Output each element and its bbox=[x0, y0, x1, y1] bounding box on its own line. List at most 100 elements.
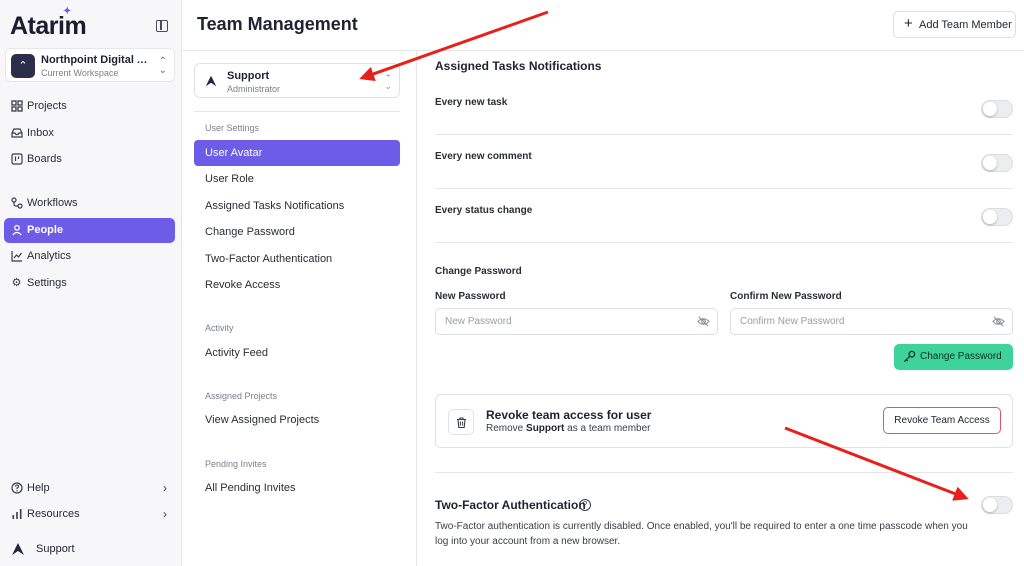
chevron-updown-icon: ⌃ ⌄ bbox=[384, 73, 392, 91]
divider bbox=[194, 111, 400, 112]
nav-item-resources[interactable]: Resources › bbox=[4, 502, 175, 527]
nav-item-help[interactable]: Help › bbox=[4, 476, 175, 501]
toggle-new-comment[interactable] bbox=[981, 154, 1013, 172]
page-title: Team Management bbox=[197, 14, 358, 34]
toggle-new-task[interactable] bbox=[981, 100, 1013, 118]
nav-label: Analytics bbox=[27, 250, 72, 262]
nav-label: Boards bbox=[27, 153, 62, 165]
group-heading-pending-invites: Pending Invites bbox=[205, 459, 267, 469]
chevron-right-icon: › bbox=[163, 481, 167, 495]
nav-item-people[interactable]: People bbox=[4, 218, 175, 243]
notification-label: Every new comment bbox=[435, 151, 532, 162]
nav-item-analytics[interactable]: Analytics bbox=[4, 244, 175, 269]
settings-item-all-pending-invites[interactable]: All Pending Invites bbox=[194, 475, 400, 501]
nav-label: Help bbox=[27, 482, 50, 494]
settings-item-revoke-access[interactable]: Revoke Access bbox=[194, 272, 400, 298]
key-icon bbox=[903, 350, 916, 363]
bars-icon bbox=[10, 508, 23, 521]
atarim-mark-icon bbox=[205, 75, 217, 87]
settings-item-activity-feed[interactable]: Activity Feed bbox=[194, 340, 400, 366]
settings-item-change-password[interactable]: Change Password bbox=[194, 219, 400, 245]
toggle-status-change[interactable] bbox=[981, 208, 1013, 226]
nav-item-inbox[interactable]: Inbox bbox=[4, 121, 175, 146]
workspace-switcher[interactable]: ⌃ Northpoint Digital Agency Current Work… bbox=[5, 48, 175, 82]
revoke-team-access-button[interactable]: Revoke Team Access bbox=[883, 407, 1001, 434]
settings-item-two-factor[interactable]: Two-Factor Authentication bbox=[194, 246, 400, 272]
revoke-description: Remove Support as a team member bbox=[486, 423, 651, 434]
settings-item-notifications[interactable]: Assigned Tasks Notifications bbox=[194, 193, 400, 219]
eye-off-icon[interactable] bbox=[697, 315, 710, 328]
notification-label: Every status change bbox=[435, 205, 533, 216]
settings-item-label: Change Password bbox=[205, 226, 295, 238]
sidebar: Atarim ✦ ⌃ Northpoint Digital Agency Cur… bbox=[0, 0, 182, 566]
settings-item-label: Revoke Access bbox=[205, 279, 281, 291]
revoke-desc-suffix: as a team member bbox=[567, 423, 651, 434]
nav-label: Resources bbox=[27, 508, 80, 520]
nav-item-settings[interactable]: ⚙ Settings bbox=[4, 271, 175, 296]
help-icon bbox=[10, 482, 23, 495]
atarim-mark-icon bbox=[12, 543, 24, 555]
toggle-knob bbox=[983, 156, 997, 170]
notification-label: Every new task bbox=[435, 97, 508, 108]
nav-label: Settings bbox=[27, 277, 67, 289]
user-settings-nav: Support Administrator ⌃ ⌄ User Settings U… bbox=[182, 51, 417, 566]
notification-row-new-comment: Every new comment bbox=[435, 135, 1013, 189]
settings-item-user-avatar[interactable]: User Avatar bbox=[194, 140, 400, 166]
add-team-member-button[interactable]: + Add Team Member bbox=[893, 11, 1016, 38]
chevron-updown-icon: ⌃ ⌄ bbox=[158, 56, 167, 76]
workflow-icon bbox=[10, 197, 23, 210]
settings-item-view-assigned-projects[interactable]: View Assigned Projects bbox=[194, 407, 400, 433]
brand-logo[interactable]: Atarim ✦ bbox=[10, 6, 87, 41]
nav-item-boards[interactable]: Boards bbox=[4, 147, 175, 172]
nav-item-workflows[interactable]: Workflows bbox=[4, 191, 175, 216]
board-icon bbox=[10, 153, 23, 166]
group-heading-activity: Activity bbox=[205, 323, 234, 333]
grid-icon bbox=[10, 100, 23, 113]
current-user[interactable]: Support bbox=[4, 536, 175, 562]
group-heading-assigned-projects: Assigned Projects bbox=[205, 391, 278, 401]
workspace-subtitle: Current Workspace bbox=[41, 68, 119, 78]
nav-label: People bbox=[27, 224, 64, 236]
logo-row: Atarim ✦ bbox=[10, 6, 172, 41]
settings-item-label: Two-Factor Authentication bbox=[205, 253, 333, 265]
notification-row-status-change: Every status change bbox=[435, 189, 1013, 243]
revoke-access-card: Revoke team access for user Remove Suppo… bbox=[435, 394, 1013, 448]
settings-item-user-role[interactable]: User Role bbox=[194, 166, 400, 192]
group-heading-user-settings: User Settings bbox=[205, 123, 260, 133]
revoke-title: Revoke team access for user bbox=[486, 408, 652, 422]
workspace-avatar-icon: ⌃ bbox=[11, 54, 35, 78]
change-password-button[interactable]: Change Password bbox=[894, 344, 1013, 370]
settings-item-label: User Role bbox=[205, 173, 254, 185]
toggle-knob bbox=[983, 102, 997, 116]
two-factor-description: Two-Factor authentication is currently d… bbox=[435, 521, 968, 547]
settings-item-label: Assigned Tasks Notifications bbox=[205, 200, 345, 212]
collapse-sidebar-icon[interactable] bbox=[156, 20, 168, 32]
nav-label: Workflows bbox=[27, 197, 78, 209]
workspace-name: Northpoint Digital Agency bbox=[41, 54, 153, 66]
settings-item-label: All Pending Invites bbox=[205, 482, 296, 494]
change-password-button-label: Change Password bbox=[920, 351, 1002, 362]
revoke-desc-user: Support bbox=[526, 423, 565, 434]
new-password-input[interactable] bbox=[435, 308, 718, 335]
analytics-icon bbox=[10, 250, 23, 263]
confirm-password-input[interactable] bbox=[730, 308, 1013, 335]
confirm-password-label: Confirm New Password bbox=[730, 291, 842, 302]
nav-item-projects[interactable]: Projects bbox=[4, 94, 175, 119]
trash-icon bbox=[448, 409, 474, 435]
nav-label: Inbox bbox=[27, 127, 54, 139]
person-icon bbox=[10, 224, 23, 237]
two-factor-toggle[interactable] bbox=[981, 496, 1013, 514]
current-user-name: Support bbox=[36, 543, 75, 555]
settings-item-label: View Assigned Projects bbox=[205, 414, 320, 426]
team-member-selector[interactable]: Support Administrator ⌃ ⌄ bbox=[194, 63, 400, 98]
divider bbox=[435, 472, 1013, 473]
settings-item-label: User Avatar bbox=[205, 147, 263, 159]
sparkle-icon: ✦ bbox=[63, 6, 71, 17]
two-factor-title: Two-Factor Authentication bbox=[435, 498, 586, 512]
eye-off-icon[interactable] bbox=[992, 315, 1005, 328]
toggle-knob bbox=[983, 210, 997, 224]
settings-item-label: Activity Feed bbox=[205, 347, 268, 359]
selected-user-role: Administrator bbox=[227, 84, 281, 94]
revoke-desc-prefix: Remove bbox=[486, 423, 524, 434]
help-circle-icon[interactable]: ? bbox=[579, 499, 591, 511]
